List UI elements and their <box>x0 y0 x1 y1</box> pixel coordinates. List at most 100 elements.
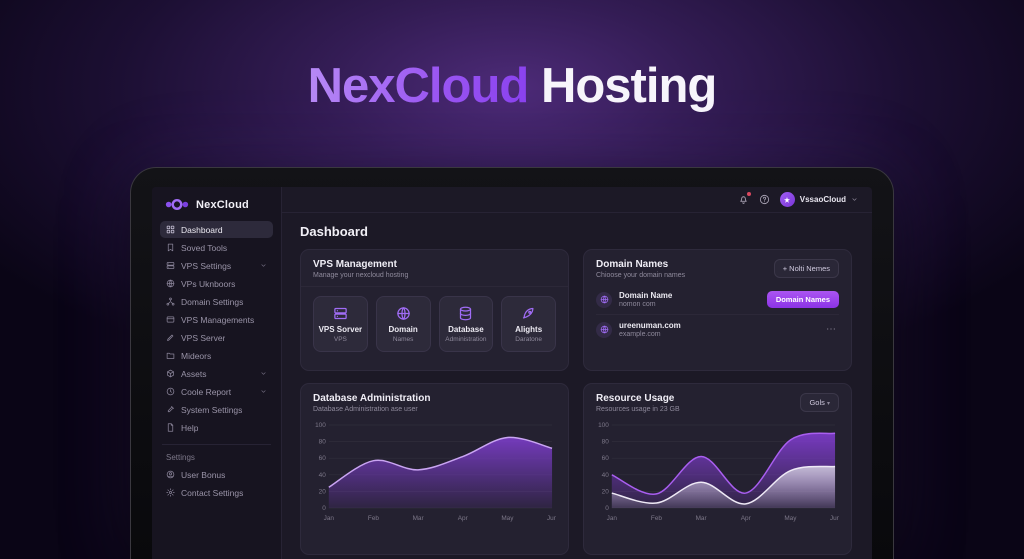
svg-text:40: 40 <box>602 472 610 479</box>
avatar <box>780 192 795 207</box>
resource-card-subtitle: Resources usage in 23 GB <box>596 406 680 413</box>
sidebar-item-label: Dashboard <box>181 225 223 235</box>
domain-names-card: Domain Names Chioose your domain names +… <box>583 249 852 371</box>
sidebar-item-label: Soved Tools <box>181 243 227 253</box>
bell-icon[interactable] <box>738 194 749 205</box>
domain-name: Domain Name <box>619 291 672 300</box>
tile-icon <box>333 306 348 321</box>
domain-row-action[interactable]: ⋯ <box>824 324 839 335</box>
hero-title-rest: Hosting <box>541 59 716 113</box>
sidebar-item-label: Mideors <box>181 351 211 361</box>
sidebar-item-icon <box>166 423 175 432</box>
topbar: VssaoCloud <box>282 187 872 213</box>
sidebar-item-label: Coole Report <box>181 387 231 397</box>
tile-label: Database <box>448 325 484 334</box>
resource-filter-dropdown[interactable]: Gols ▾ <box>800 393 839 412</box>
resource-usage-chart: 020406080100JanFebMarAprMayJun <box>596 419 839 523</box>
tile-sublabel: Names <box>393 336 414 343</box>
sidebar-item[interactable]: Mideors <box>160 347 273 364</box>
vps-tile[interactable]: VPS Sorver VPS <box>313 296 368 352</box>
sidebar-item-label: VPS Managements <box>181 315 254 325</box>
hero-title-accent: NexCloud <box>308 59 529 113</box>
database-card-title: Database Administration <box>313 393 430 404</box>
sidebar-item-label: Assets <box>181 369 207 379</box>
sidebar-item[interactable]: Contact Settings <box>160 484 273 501</box>
sidebar-item[interactable]: Soved Tools <box>160 239 273 256</box>
sidebar-item[interactable]: System Settings <box>160 401 273 418</box>
sidebar-item[interactable]: Assets <box>160 365 273 382</box>
sidebar-item-icon <box>166 488 175 497</box>
svg-text:Apr: Apr <box>458 515 469 522</box>
sidebar-item-icon <box>166 225 175 234</box>
laptop-frame: NexCloud Dashboard Soved Tools <box>130 167 894 559</box>
tile-sublabel: Daratone <box>515 336 542 343</box>
sidebar-item[interactable]: Domain Settings <box>160 293 273 310</box>
svg-text:0: 0 <box>322 505 326 512</box>
chevron-down-icon <box>851 196 858 203</box>
domain-row[interactable]: ureenuman.com example.com ⋯ <box>596 314 839 344</box>
main-area: VssaoCloud Dashboard VPS Management Mana… <box>282 187 872 559</box>
sidebar-item[interactable]: User Bonus <box>160 466 273 483</box>
tile-label: Domain <box>388 325 417 334</box>
svg-text:Jan: Jan <box>324 515 335 522</box>
sidebar-item[interactable]: Dashboard <box>160 221 273 238</box>
sidebar-item-icon <box>166 369 175 378</box>
sidebar-settings-nav: User Bonus Contact Settings <box>160 466 273 501</box>
database-card-subtitle: Database Administration ase user <box>313 406 430 413</box>
sidebar-item-icon <box>166 405 175 414</box>
sidebar-item-icon <box>166 243 175 252</box>
user-menu[interactable]: VssaoCloud <box>780 192 858 207</box>
nexcloud-logo-icon <box>164 198 190 211</box>
svg-text:60: 60 <box>319 455 327 462</box>
globe-icon <box>600 325 609 334</box>
domain-sub: example.com <box>619 331 681 338</box>
sidebar-divider <box>162 444 271 445</box>
resource-filter-label: Gols <box>809 398 824 407</box>
brand-name: NexCloud <box>196 199 249 211</box>
vps-tile[interactable]: Database Administration <box>439 296 494 352</box>
domain-row-action[interactable]: Domain Names <box>767 291 839 308</box>
sidebar-item[interactable]: VPS Server <box>160 329 273 346</box>
domain-avatar <box>596 292 612 308</box>
domain-sub: nomon com <box>619 301 672 308</box>
cards-grid: VPS Management Manage your nexcloud host… <box>300 249 852 555</box>
vps-tile[interactable]: Domain Names <box>376 296 431 352</box>
page-title: Dashboard <box>300 224 852 239</box>
sidebar-item-icon <box>166 279 175 288</box>
sidebar-item-label: VPS Server <box>181 333 225 343</box>
sidebar-item[interactable]: VPs Uknboors <box>160 275 273 292</box>
vps-tile[interactable]: Alights Daratone <box>501 296 556 352</box>
svg-text:20: 20 <box>319 488 327 495</box>
sidebar-item[interactable]: VPS Settings <box>160 257 273 274</box>
domain-avatar <box>596 322 612 338</box>
help-icon[interactable] <box>759 194 770 205</box>
sidebar-item[interactable]: Help <box>160 419 273 436</box>
resource-card-title: Resource Usage <box>596 393 680 404</box>
sidebar-item-icon <box>166 387 175 396</box>
svg-text:Jun: Jun <box>547 515 556 522</box>
svg-text:Apr: Apr <box>741 515 752 522</box>
svg-text:0: 0 <box>605 505 609 512</box>
add-domain-button[interactable]: + Nolti Nemes <box>774 259 839 278</box>
svg-text:100: 100 <box>598 422 609 429</box>
database-usage-chart: 020406080100JanFebMarAprMayJun <box>313 419 556 523</box>
domains-card-title: Domain Names <box>596 259 685 270</box>
divider <box>301 286 568 287</box>
vps-management-card: VPS Management Manage your nexcloud host… <box>300 249 569 371</box>
svg-text:40: 40 <box>319 472 327 479</box>
chevron-down-icon <box>260 388 267 395</box>
tile-icon <box>521 306 536 321</box>
sidebar-section-label: Settings <box>160 453 273 466</box>
sidebar-item-icon <box>166 351 175 360</box>
svg-text:80: 80 <box>319 439 327 446</box>
domain-row[interactable]: Domain Name nomon com Domain Names <box>596 285 839 314</box>
sidebar-item-label: Contact Settings <box>181 488 243 498</box>
sidebar-item-icon <box>166 470 175 479</box>
svg-text:Mar: Mar <box>696 515 708 522</box>
resource-usage-card: Resource Usage Resources usage in 23 GB … <box>583 383 852 555</box>
svg-text:May: May <box>501 515 514 522</box>
sidebar-item[interactable]: Coole Report <box>160 383 273 400</box>
domain-name: ureenuman.com <box>619 321 681 330</box>
globe-icon <box>600 295 609 304</box>
sidebar-item[interactable]: VPS Managements <box>160 311 273 328</box>
